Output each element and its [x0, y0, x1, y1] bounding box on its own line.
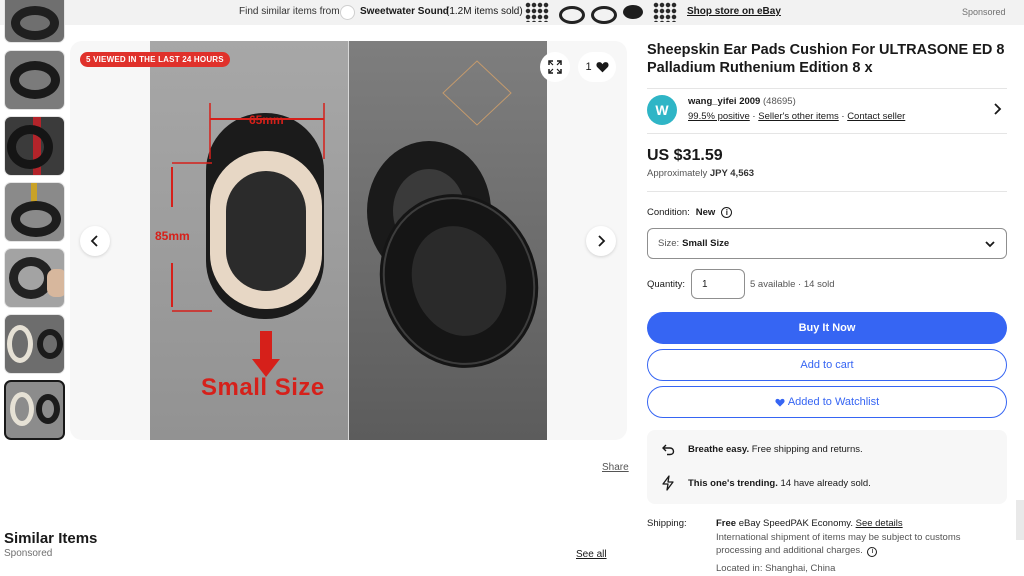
price: US $31.59	[647, 147, 723, 164]
buy-it-now-button[interactable]: Buy It Now	[647, 312, 1007, 344]
seller-card[interactable]: W wang_yifei 2009 (48695) 99.5% positive…	[647, 88, 1007, 134]
condition-row: Condition: New i	[647, 207, 733, 218]
small-size-caption: Small Size	[201, 374, 325, 401]
thumbnail[interactable]	[4, 248, 65, 308]
approx-value: JPY 4,563	[709, 168, 755, 179]
info-icon[interactable]: i	[721, 207, 733, 218]
heart-icon	[775, 398, 785, 407]
seller-positive-link[interactable]: 99.5% positive	[688, 111, 750, 122]
banner-find-text: Find similar items from	[239, 6, 340, 17]
heart-icon	[596, 62, 609, 73]
approx-price: Approximately JPY 4,563	[647, 168, 754, 179]
product-photo-pads	[349, 41, 547, 440]
condition-label: Condition:	[647, 207, 690, 218]
perk-trending: This one's trending. 14 have already sol…	[661, 475, 871, 491]
scrollbar[interactable]	[1016, 500, 1024, 540]
divider	[647, 191, 1007, 192]
seller-name-line: wang_yifei 2009 (48695)	[688, 96, 796, 107]
seller-other-items-link[interactable]: Seller's other items	[758, 111, 838, 122]
perk1-title: Breathe easy.	[688, 443, 750, 455]
size-value: Small Size	[682, 238, 730, 249]
listing-title: Sheepskin Ear Pads Cushion For ULTRASONE…	[647, 42, 1005, 76]
quantity-input[interactable]: 1	[691, 269, 745, 299]
share-link[interactable]: Share	[602, 462, 629, 473]
see-details-link[interactable]: See details	[856, 518, 903, 529]
perk1-text: Free shipping and returns.	[751, 443, 863, 455]
sponsored-banner[interactable]: Find similar items from Sweetwater Sound…	[0, 0, 1024, 25]
next-image-button[interactable]	[586, 226, 616, 256]
watchlist-label: Added to Watchlist	[787, 396, 880, 408]
seller-avatar[interactable]: W	[647, 95, 677, 125]
banner-thumb[interactable]	[525, 2, 549, 22]
perk2-title: This one's trending.	[688, 477, 778, 489]
banner-sponsored-label: Sponsored	[962, 7, 1006, 17]
banner-thumb[interactable]	[621, 2, 645, 22]
shipping-method: Free eBay SpeedPAK Economy. See details	[716, 518, 903, 529]
add-to-cart-button[interactable]: Add to cart	[647, 349, 1007, 381]
shipping-note-text: International shipment of items may be s…	[716, 532, 961, 556]
thumbnail-selected[interactable]	[4, 380, 65, 440]
thumbnail[interactable]	[4, 182, 65, 242]
store-logo-icon	[340, 5, 355, 20]
seller-links: 99.5% positive · Seller's other items · …	[688, 111, 906, 122]
size-select[interactable]: Size: Small Size	[647, 228, 1007, 259]
size-label: Size:	[658, 238, 680, 249]
width-measure-label: 65mm	[249, 113, 284, 127]
perks-panel: Breathe easy. Free shipping and returns.…	[647, 430, 1007, 504]
chevron-right-icon[interactable]	[992, 102, 1002, 116]
ear-pads-pair	[367, 60, 539, 368]
perk-free-returns: Breathe easy. Free shipping and returns.	[661, 442, 863, 456]
chevron-right-icon	[598, 235, 606, 247]
chevron-down-icon	[985, 241, 995, 248]
shipping-note: International shipment of items may be s…	[716, 531, 986, 557]
perk2-text: 14 have already sold.	[780, 477, 871, 489]
banner-thumb[interactable]	[589, 2, 617, 24]
banner-product-thumbs[interactable]	[525, 2, 677, 24]
lightning-icon	[662, 475, 674, 491]
info-icon[interactable]: i	[867, 547, 878, 557]
banner-sold-count: (1.2M items sold)	[446, 6, 523, 17]
similar-items-heading: Similar Items	[4, 530, 98, 547]
thumbnail[interactable]	[4, 0, 65, 43]
similar-items-sponsored: Sponsored	[4, 548, 53, 559]
banner-store-name[interactable]: Sweetwater Sound	[360, 6, 449, 17]
watchlist-button[interactable]: Added to Watchlist	[647, 386, 1007, 418]
see-all-link[interactable]: See all	[576, 549, 607, 560]
chevron-left-icon	[90, 235, 98, 247]
shipping-method-name: eBay SpeedPAK Economy.	[738, 518, 853, 529]
expand-image-button[interactable]	[540, 52, 570, 82]
shipping-free: Free	[716, 518, 737, 529]
main-product-image[interactable]: 65mm 85mm Small Size 5 VIEWED IN THE LAS…	[70, 41, 627, 440]
watch-count-button[interactable]: 1	[578, 52, 616, 82]
banner-thumb[interactable]	[557, 2, 585, 24]
seller-feedback-score: (48695)	[763, 96, 796, 107]
item-location: Located in: Shanghai, China	[716, 563, 836, 574]
shop-store-link[interactable]: Shop store on eBay	[687, 6, 781, 17]
expand-icon	[548, 60, 562, 74]
thumbnail[interactable]	[4, 314, 65, 374]
quantity-label: Quantity:	[647, 279, 686, 290]
thumbnail[interactable]	[4, 50, 65, 110]
seller-name[interactable]: wang_yifei 2009	[688, 96, 760, 107]
shipping-label: Shipping:	[647, 518, 687, 529]
return-arrow-icon	[662, 444, 675, 456]
contact-seller-link[interactable]: Contact seller	[847, 111, 905, 122]
previous-image-button[interactable]	[80, 226, 110, 256]
thumbnail[interactable]	[4, 116, 65, 176]
approx-label: Approximately	[647, 168, 708, 179]
height-measure-label: 85mm	[155, 229, 190, 243]
viewed-badge: 5 VIEWED IN THE LAST 24 HOURS	[80, 52, 230, 67]
watch-count: 1	[585, 61, 592, 73]
availability-text: 5 available · 14 sold	[750, 279, 835, 290]
banner-thumb[interactable]	[653, 2, 677, 22]
condition-value: New	[695, 207, 716, 218]
